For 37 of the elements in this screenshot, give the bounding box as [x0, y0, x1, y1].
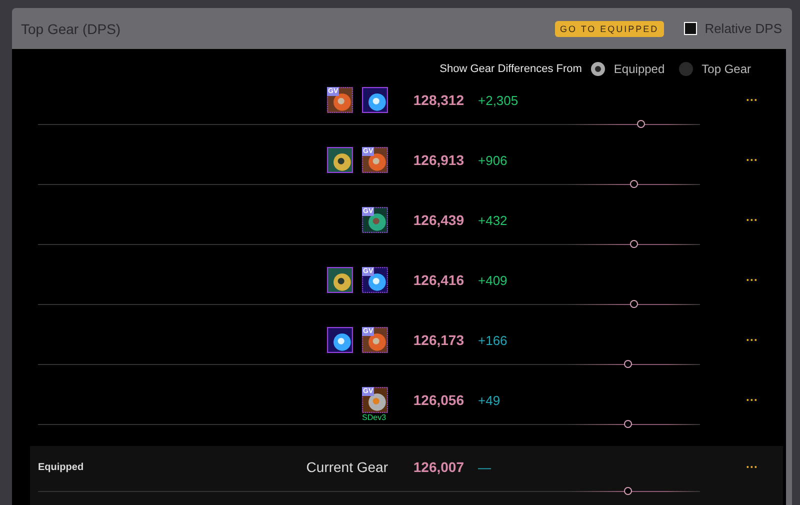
- checkbox-label: Relative DPS: [704, 21, 782, 36]
- dps-value: 126,439: [412, 212, 464, 228]
- dps-value: 126,056: [412, 392, 464, 408]
- gear-name: Current Gear: [305, 459, 388, 475]
- dps-difference: +906: [478, 152, 508, 168]
- dps-value: 126,416: [412, 272, 464, 288]
- item-icon[interactable]: [327, 327, 353, 353]
- dps-difference: —: [478, 460, 492, 474]
- more-menu[interactable]: ···: [548, 460, 758, 474]
- dps-value: 128,312: [412, 92, 464, 108]
- more-menu[interactable]: ···: [548, 93, 758, 107]
- radio-button[interactable]: [678, 62, 693, 76]
- checkbox[interactable]: [684, 22, 697, 35]
- item-icon[interactable]: [327, 147, 353, 173]
- go-to-equipped-button[interactable]: GO TO EQUIPPED: [555, 20, 664, 36]
- equipped-label: Equipped: [38, 462, 84, 472]
- dps-value: 126,913: [412, 152, 464, 168]
- radio-label[interactable]: Equipped: [614, 62, 665, 76]
- more-menu[interactable]: ···: [548, 333, 758, 347]
- dps-difference: +409: [478, 272, 508, 288]
- dps-difference: +432: [478, 212, 508, 228]
- more-menu[interactable]: ···: [548, 213, 758, 227]
- more-menu[interactable]: ···: [548, 393, 758, 407]
- item-tag: SDev3: [362, 413, 386, 422]
- dps-value: 126,007: [412, 459, 464, 475]
- item-icon[interactable]: [362, 87, 388, 113]
- diff-label: Show Gear Differences From: [440, 63, 582, 75]
- more-menu[interactable]: ···: [548, 273, 758, 287]
- radio-button[interactable]: [590, 62, 605, 76]
- dps-difference: +49: [478, 392, 502, 408]
- dps-value: 126,173: [412, 332, 464, 348]
- dps-difference: +166: [478, 332, 508, 348]
- radio-label[interactable]: Top Gear: [702, 62, 751, 76]
- dps-difference: +2,305: [478, 92, 520, 108]
- more-menu[interactable]: ···: [548, 153, 758, 167]
- item-icon[interactable]: [327, 267, 353, 293]
- panel-title: Top Gear (DPS): [21, 20, 122, 36]
